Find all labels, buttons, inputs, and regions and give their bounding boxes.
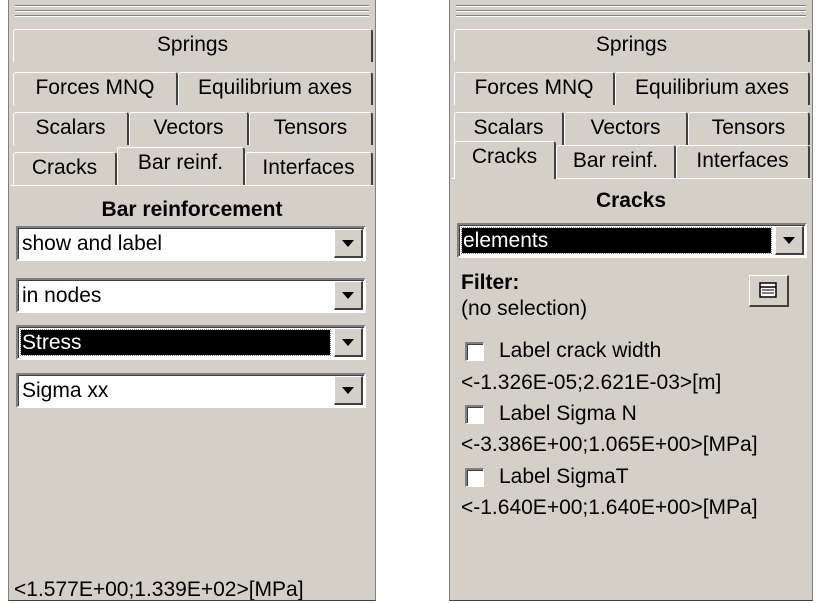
dropdown-button[interactable]	[334, 328, 363, 357]
tab-content-bar-reinforcement: Bar reinforcement show and label in node…	[10, 185, 374, 600]
filter-button[interactable]	[749, 275, 789, 307]
right-panel: Springs Forces MNQ Equilibrium axes Scal…	[449, 0, 813, 601]
dropdown-button[interactable]	[334, 281, 363, 310]
sigma-t-range: <-1.640E+00;1.640E+00>[MPa]	[461, 496, 758, 519]
left-panel: Springs Forces MNQ Equilibrium axes Scal…	[8, 0, 376, 601]
tab-scalars[interactable]: Scalars	[13, 112, 129, 145]
quantity-value: Stress	[20, 329, 331, 356]
display-mode-select[interactable]: show and label	[16, 226, 366, 261]
quantity-select[interactable]: Stress	[16, 325, 366, 360]
label-sigma-n-label: Label Sigma N	[499, 402, 637, 425]
tab-tensors[interactable]: Tensors	[249, 112, 373, 145]
filter-value: (no selection)	[461, 297, 588, 320]
label-crack-width-checkbox[interactable]	[465, 342, 484, 361]
entity-select[interactable]: elements	[457, 223, 807, 258]
dropdown-button[interactable]	[334, 376, 363, 405]
label-sigma-t-label: Label SigmaT	[499, 465, 629, 488]
tab-cracks[interactable]: Cracks	[13, 152, 117, 185]
tab-forces-mnq[interactable]: Forces MNQ	[454, 72, 615, 105]
panel-grip[interactable]	[9, 0, 375, 28]
tab-cracks[interactable]: Cracks	[454, 141, 556, 179]
tab-equilibrium-axes[interactable]: Equilibrium axes	[615, 72, 810, 105]
tab-bar-reinf[interactable]: Bar reinf.	[117, 147, 245, 185]
table-icon	[759, 282, 777, 298]
label-crack-width-label: Label crack width	[499, 339, 662, 362]
dropdown-button[interactable]	[775, 226, 804, 255]
section-title: Bar reinforcement	[101, 198, 283, 221]
label-sigma-t-checkbox[interactable]	[465, 468, 484, 487]
value-range: <1.577E+00;1.339E+02>[MPa]	[14, 578, 304, 601]
tab-content-cracks: Cracks elements Filter: (no selection) L…	[451, 178, 811, 600]
location-value: in nodes	[22, 284, 102, 307]
chevron-down-icon	[342, 292, 354, 299]
tab-bar-reinf[interactable]: Bar reinf.	[556, 145, 676, 178]
crack-width-range: <-1.326E-05;2.621E-03>[m]	[461, 371, 722, 394]
chevron-down-icon	[342, 387, 354, 394]
section-title: Cracks	[595, 189, 667, 212]
dropdown-button[interactable]	[334, 229, 363, 258]
entity-value: elements	[461, 227, 772, 254]
tab-vectors[interactable]: Vectors	[129, 112, 249, 145]
location-select[interactable]: in nodes	[16, 278, 366, 313]
tab-interfaces[interactable]: Interfaces	[676, 145, 810, 178]
tab-interfaces[interactable]: Interfaces	[245, 152, 373, 185]
chevron-down-icon	[342, 339, 354, 346]
component-value: Sigma xx	[22, 379, 109, 402]
tab-forces-mnq[interactable]: Forces MNQ	[13, 72, 178, 105]
tab-vectors[interactable]: Vectors	[564, 112, 688, 145]
tab-equilibrium-axes[interactable]: Equilibrium axes	[178, 72, 373, 105]
tab-springs[interactable]: Springs	[454, 29, 810, 62]
component-select[interactable]: Sigma xx	[16, 373, 366, 408]
tab-springs[interactable]: Springs	[13, 29, 373, 62]
filter-label: Filter:	[461, 271, 520, 294]
chevron-down-icon	[342, 240, 354, 247]
sigma-n-range: <-3.386E+00;1.065E+00>[MPa]	[461, 433, 758, 456]
chevron-down-icon	[783, 237, 795, 244]
panel-grip[interactable]	[450, 0, 812, 28]
display-mode-value: show and label	[22, 232, 163, 255]
tab-tensors[interactable]: Tensors	[688, 112, 810, 145]
label-sigma-n-checkbox[interactable]	[465, 405, 484, 424]
